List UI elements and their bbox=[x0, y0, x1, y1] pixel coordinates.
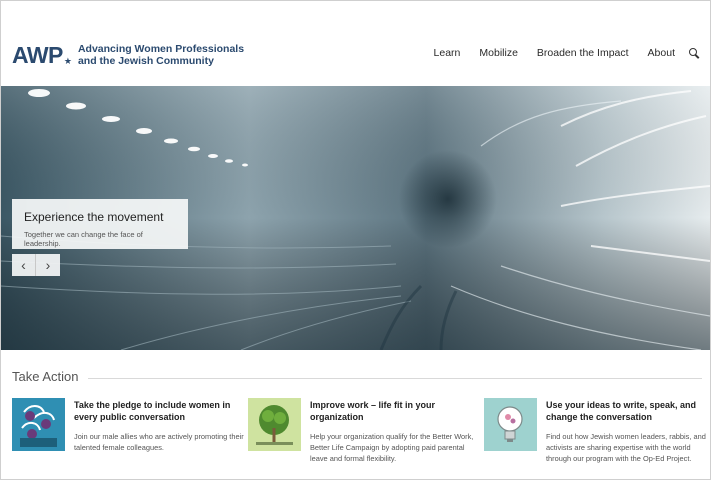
hero-subtitle: Together we can change the face of leade… bbox=[24, 230, 143, 248]
ceiling-light bbox=[242, 163, 248, 167]
chevron-left-icon: ‹ bbox=[21, 257, 26, 273]
take-action-heading: Take Action bbox=[12, 369, 79, 384]
logo-star-icon: ★ bbox=[63, 56, 72, 66]
site-header: AWP ★ Advancing Women Professionals and … bbox=[0, 0, 711, 86]
slider-controls: ‹ › bbox=[12, 254, 60, 276]
card-text: Help your organization qualify for the B… bbox=[310, 432, 474, 463]
card-text: Join our male allies who are actively pr… bbox=[74, 432, 244, 452]
nav-mobilize[interactable]: Mobilize bbox=[479, 47, 518, 59]
ceiling-light bbox=[28, 89, 50, 97]
logo-line-2: and the Jewish Community bbox=[77, 54, 214, 67]
lightbulb-illustration[interactable] bbox=[484, 398, 537, 451]
hero-slider: Experience the movement Together we can … bbox=[1, 86, 710, 350]
logo-text: Advancing Women Professionals and the Je… bbox=[77, 43, 245, 67]
logo-mark: AWP bbox=[12, 42, 63, 68]
hero-title: Experience the movement bbox=[24, 210, 164, 224]
card-text: Find out how Jewish women leaders, rabbi… bbox=[546, 432, 706, 463]
section-divider bbox=[88, 378, 702, 379]
nav-about[interactable]: About bbox=[648, 47, 675, 59]
ceiling-light bbox=[225, 159, 233, 163]
ceiling-light bbox=[188, 146, 200, 152]
pledge-illustration[interactable] bbox=[12, 398, 65, 451]
tunnel-core bbox=[361, 136, 501, 276]
logo-line-1: Advancing Women Professionals bbox=[77, 43, 245, 55]
ceiling-light bbox=[136, 128, 152, 134]
prev-slide-button[interactable]: ‹ bbox=[12, 254, 36, 276]
chevron-right-icon: › bbox=[45, 257, 51, 273]
ceiling-light bbox=[164, 138, 178, 144]
logo[interactable]: AWP ★ Advancing Women Professionals and … bbox=[12, 42, 244, 69]
main-nav: Learn Mobilize Broaden the Impact About bbox=[415, 47, 699, 59]
card-title[interactable]: Take the pledge to include women in ever… bbox=[74, 399, 239, 423]
nav-learn[interactable]: Learn bbox=[434, 47, 461, 59]
card-title[interactable]: Use your ideas to write, speak, and chan… bbox=[546, 399, 711, 423]
tree-illustration[interactable] bbox=[248, 398, 301, 451]
hero-caption: Experience the movement Together we can … bbox=[12, 199, 188, 249]
ceiling-light bbox=[66, 102, 86, 110]
nav-broaden-the-impact[interactable]: Broaden the Impact bbox=[537, 47, 629, 59]
next-slide-button[interactable]: › bbox=[36, 254, 60, 276]
card-title[interactable]: Improve work – life fit in your organiza… bbox=[310, 399, 475, 423]
search-icon[interactable] bbox=[689, 48, 699, 58]
ceiling-light bbox=[102, 116, 120, 122]
ceiling-light bbox=[208, 154, 218, 158]
